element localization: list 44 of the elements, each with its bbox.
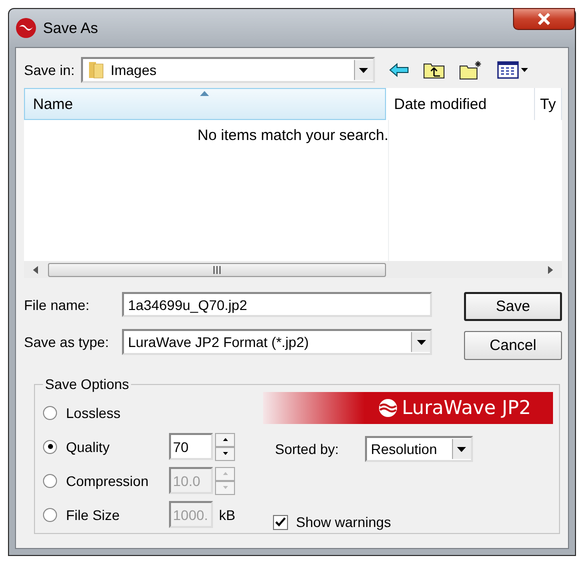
window-title: Save As	[43, 20, 98, 36]
down-arrow-icon	[222, 452, 228, 455]
brand-name: LuraWave JP2	[402, 397, 531, 419]
folder-up-icon[interactable]	[422, 61, 445, 79]
save-in-label: Save in:	[24, 62, 75, 78]
back-arrow-icon[interactable]	[388, 63, 409, 77]
file-type-dropdown[interactable]: LuraWave JP2 Format (*.jp2)	[122, 329, 432, 355]
scroll-left-icon[interactable]	[31, 264, 41, 274]
option-label: Compression	[66, 472, 150, 488]
down-arrow-icon	[222, 486, 228, 489]
save-as-type-label: Save as type:	[24, 334, 110, 350]
app-logo-icon	[15, 17, 37, 39]
option-label: Quality	[66, 438, 111, 454]
grip-icon	[212, 266, 222, 274]
folder-icon	[86, 60, 105, 80]
close-icon	[537, 13, 551, 25]
option-label: File Size	[66, 506, 121, 522]
checkbox[interactable]	[273, 514, 288, 530]
value-field[interactable]: 70	[169, 433, 213, 460]
up-arrow-icon	[222, 472, 228, 475]
radio-button[interactable]	[43, 440, 57, 454]
spinner-control[interactable]	[215, 432, 235, 460]
horizontal-scrollbar[interactable]	[24, 261, 562, 278]
close-button[interactable]	[513, 8, 575, 30]
sort-dropdown[interactable]: Resolution	[364, 436, 473, 462]
sorted-by-label: Sorted by:	[275, 441, 339, 457]
sort-arrow-icon	[200, 91, 209, 96]
option-label: Lossless	[66, 404, 122, 420]
column-header[interactable]: Name	[24, 88, 386, 120]
empty-list-message: No items match your search.	[198, 127, 388, 145]
group-title: Save Options	[44, 376, 130, 392]
folder-dropdown[interactable]: Images	[80, 57, 375, 83]
cancel-button[interactable]: Cancel	[464, 331, 562, 360]
scroll-right-icon[interactable]	[545, 264, 555, 274]
file-name-field[interactable]: 1a34699u_Q70.jp2	[122, 292, 432, 317]
logo-icon	[378, 398, 398, 418]
new-folder-icon[interactable]	[458, 60, 483, 80]
view-menu-icon[interactable]	[496, 61, 529, 79]
radio-button[interactable]	[43, 406, 57, 420]
up-arrow-icon	[222, 438, 228, 441]
unit-label: kB	[219, 506, 236, 522]
show-warnings-label: Show warnings	[296, 514, 391, 530]
file-name-label: File name:	[24, 296, 90, 312]
save-button[interactable]: Save	[464, 292, 562, 321]
